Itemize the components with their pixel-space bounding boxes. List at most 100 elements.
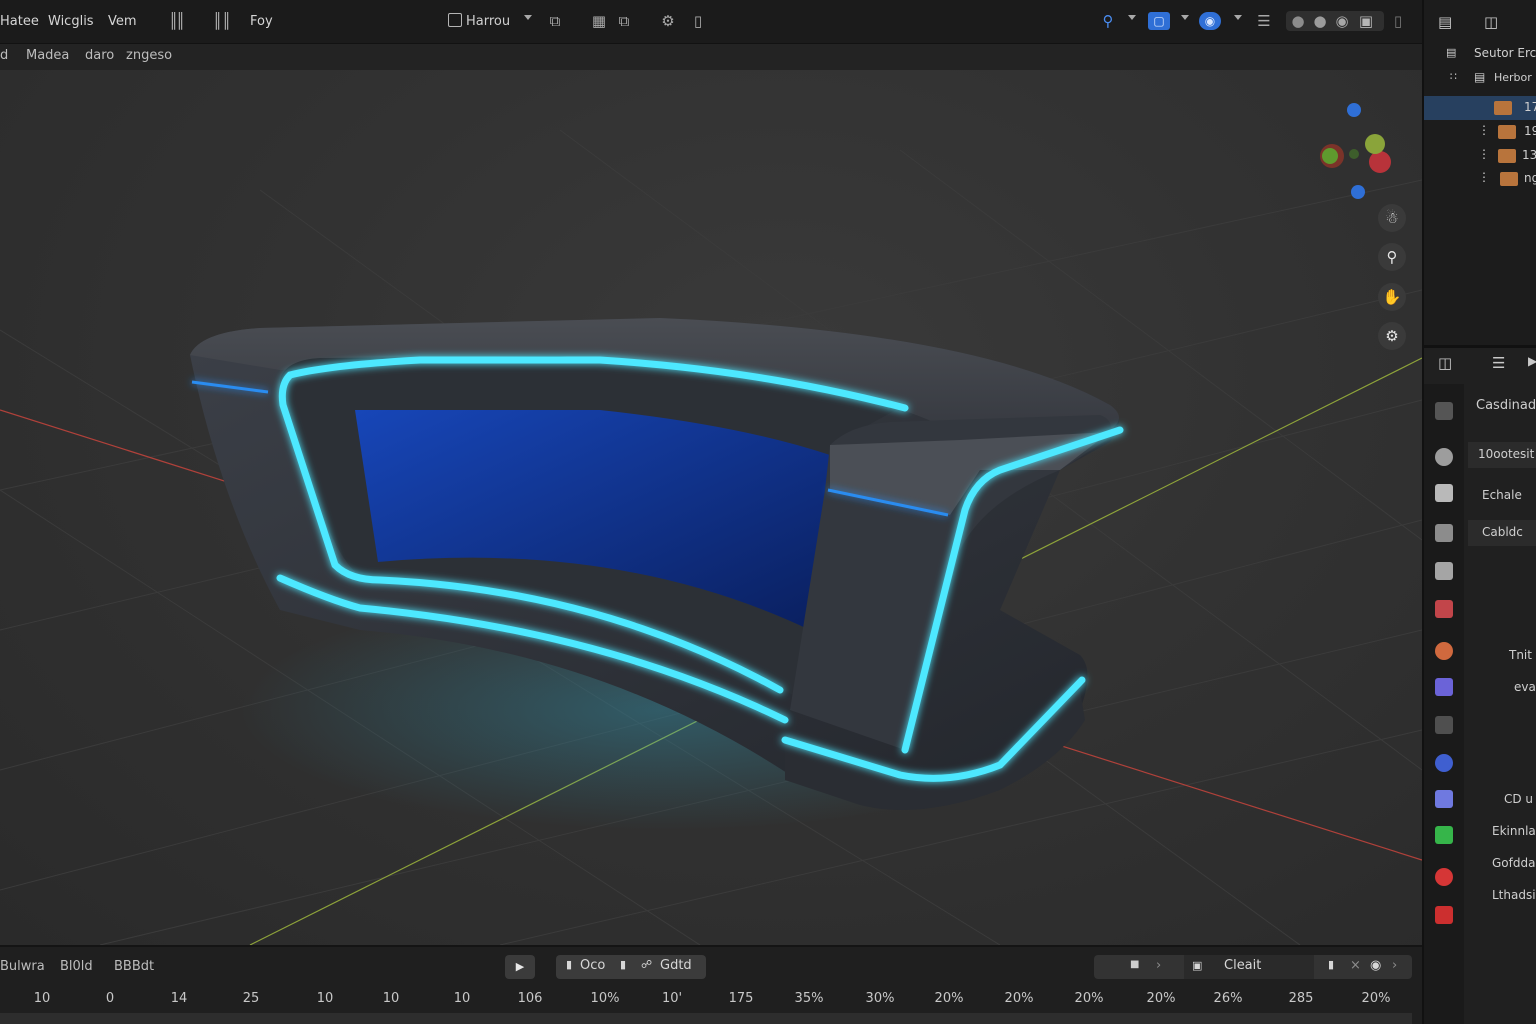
mode-dropdown[interactable]: Harrou — [448, 13, 510, 29]
separator-glyph: › — [1156, 958, 1162, 973]
property-field-1-label: 10ootesit — [1478, 447, 1535, 461]
outliner-header: Seutor Erc — [1474, 46, 1536, 60]
scene-tab-icon[interactable] — [1435, 562, 1453, 580]
chevron-down-icon[interactable] — [1181, 15, 1189, 20]
tool-tab-icon[interactable] — [1435, 402, 1453, 420]
more-icon: ⋮ — [1478, 170, 1490, 184]
data-tab-icon[interactable] — [1435, 826, 1453, 844]
material-tab-icon[interactable] — [1435, 868, 1453, 886]
keyframe-icon[interactable]: ▮ — [566, 958, 572, 971]
chevron-down-icon[interactable] — [1234, 15, 1242, 20]
collapse-icon[interactable]: ▯ — [1388, 12, 1408, 30]
menu-item-1[interactable]: Hatee — [0, 14, 39, 29]
panel-section-2[interactable]: Ekinnla — [1492, 824, 1536, 838]
grid-toggle-icon[interactable]: ║║ — [162, 12, 190, 30]
filter-icon[interactable]: ◫ — [1484, 13, 1498, 31]
chevron-right-icon[interactable]: ▶ — [1528, 354, 1536, 368]
navigation-gizmo[interactable] — [1320, 103, 1391, 199]
xray-icon[interactable]: ▯ — [688, 12, 708, 30]
timeline-track[interactable] — [0, 1013, 1412, 1024]
play-icon: ▶ — [515, 960, 525, 973]
list-icon[interactable]: ☰ — [1254, 12, 1274, 30]
outliner-collection-row[interactable]: ∷ ▤ Herbor — [1424, 67, 1536, 91]
playback-label-2[interactable]: Gdtd — [660, 958, 692, 973]
overlay-icon[interactable]: ⚙ — [658, 12, 678, 30]
outliner-object-row[interactable]: ⋮ ng — [1424, 167, 1536, 191]
frame-number: 20% — [934, 991, 964, 1006]
marker-icon[interactable]: ▮ — [620, 958, 626, 971]
menu-item-2[interactable]: Wicglis — [48, 14, 94, 29]
gizmo-icon[interactable]: ◉ — [1199, 12, 1221, 30]
frame-number: 10 — [316, 991, 334, 1006]
timeline-menu-2[interactable]: Bl0ld — [60, 959, 93, 974]
zoom-icon[interactable]: ⚲ — [1378, 243, 1406, 271]
properties-editor-icon[interactable]: ◫ — [1438, 354, 1452, 372]
chevron-down-icon[interactable] — [1128, 15, 1136, 20]
render-tab-icon[interactable] — [1435, 448, 1453, 466]
editor-type-icon[interactable]: ▤ — [1438, 13, 1452, 31]
frame-number: 20% — [1361, 991, 1391, 1006]
header-item-2[interactable]: daro — [85, 48, 114, 63]
timeline: Bulwra Bl0ld BBBdt ▶ ▮ Oco ▮ ☍ Gdtd ■ › … — [0, 945, 1422, 1024]
list-view-icon[interactable]: ☰ — [1492, 354, 1505, 372]
panel-section-4[interactable]: Lthadsi — [1492, 888, 1536, 902]
chevron-right-icon[interactable]: › — [1392, 958, 1397, 973]
mesh-object-icon — [1498, 125, 1516, 139]
property-section-1-label: Cabldc — [1482, 525, 1523, 539]
orbit-camera-icon[interactable]: ☃ — [1378, 204, 1406, 232]
chevron-down-icon[interactable] — [524, 15, 532, 20]
proportional-icon[interactable]: ⧉ — [614, 12, 634, 30]
header-item-1[interactable]: Madea — [26, 48, 69, 63]
frame-number: 30% — [865, 991, 895, 1006]
frame-number: 10' — [661, 991, 683, 1006]
snap-icon[interactable]: ▦ — [589, 12, 609, 30]
material-icon[interactable]: ◉ — [1332, 12, 1352, 30]
timeline-menu-3[interactable]: BBBdt — [114, 959, 154, 974]
frame-number: 285 — [1288, 991, 1314, 1006]
constraints-tab-icon[interactable] — [1435, 790, 1453, 808]
property-field-1[interactable]: 10ootesit — [1468, 442, 1536, 468]
header-item-3[interactable]: zngeso — [126, 48, 172, 63]
outliner-object-row[interactable]: ⋮ 13 — [1424, 144, 1536, 168]
stop-icon[interactable]: ■ — [1130, 959, 1139, 970]
panel-section-1[interactable]: CD u — [1504, 792, 1533, 806]
timeline-menu-1[interactable]: Bulwra — [0, 959, 45, 974]
pan-hand-icon[interactable]: ✋ — [1378, 283, 1406, 311]
play-button[interactable]: ▶ — [505, 955, 535, 979]
lock-icon[interactable]: ▮ — [1328, 958, 1334, 971]
scene-icon: ▤ — [1446, 46, 1457, 59]
wireframe-icon[interactable]: ● — [1288, 12, 1308, 30]
playback-label-1[interactable]: Oco — [580, 958, 605, 973]
object-tab-icon[interactable] — [1435, 642, 1453, 660]
outliner-object-row[interactable]: ⋮ 19 — [1424, 120, 1536, 144]
viewport-shading-icon[interactable]: ▢ — [1148, 12, 1170, 30]
frame-number: 14 — [170, 991, 188, 1006]
world-tab-icon[interactable] — [1435, 600, 1453, 618]
view-layer-tab-icon[interactable] — [1435, 524, 1453, 542]
solid-icon[interactable]: ● — [1310, 12, 1330, 30]
camera-view-icon[interactable]: ⚙ — [1378, 322, 1406, 350]
menu-item-3[interactable]: Vem — [108, 14, 137, 29]
property-section-1[interactable]: Cabldc — [1468, 520, 1536, 546]
outliner-object-row[interactable]: 17 — [1424, 96, 1536, 120]
menu-item-4[interactable]: Foy — [250, 14, 273, 29]
output-tab-icon[interactable] — [1435, 484, 1453, 502]
transform-icon[interactable]: ⧉ — [545, 12, 565, 30]
modifier-tab-icon[interactable] — [1435, 678, 1453, 696]
particles-tab-icon[interactable] — [1435, 716, 1453, 734]
property-field-2-label[interactable]: Echale — [1482, 488, 1522, 502]
close-small-icon[interactable]: × — [1350, 958, 1361, 973]
physics-tab-icon[interactable] — [1435, 754, 1453, 772]
panel-section-3[interactable]: Gofdda — [1492, 856, 1535, 870]
rendered-icon[interactable]: ▣ — [1356, 12, 1376, 30]
search-icon[interactable]: ⚲ — [1098, 12, 1118, 30]
columns-icon[interactable]: ║║ — [211, 12, 233, 30]
frame-number: 20% — [1074, 991, 1104, 1006]
3d-viewport[interactable]: ☃ ⚲ ✋ ⚙ — [0, 70, 1422, 945]
texture-tab-icon[interactable] — [1435, 906, 1453, 924]
object-label: 13 — [1522, 148, 1536, 162]
expand-icon: ∷ — [1450, 70, 1457, 83]
record-icon[interactable]: ◉ — [1370, 958, 1381, 973]
outliner-header-row[interactable]: ▤ Seutor Erc — [1424, 42, 1536, 66]
link-icon[interactable]: ☍ — [641, 958, 652, 971]
